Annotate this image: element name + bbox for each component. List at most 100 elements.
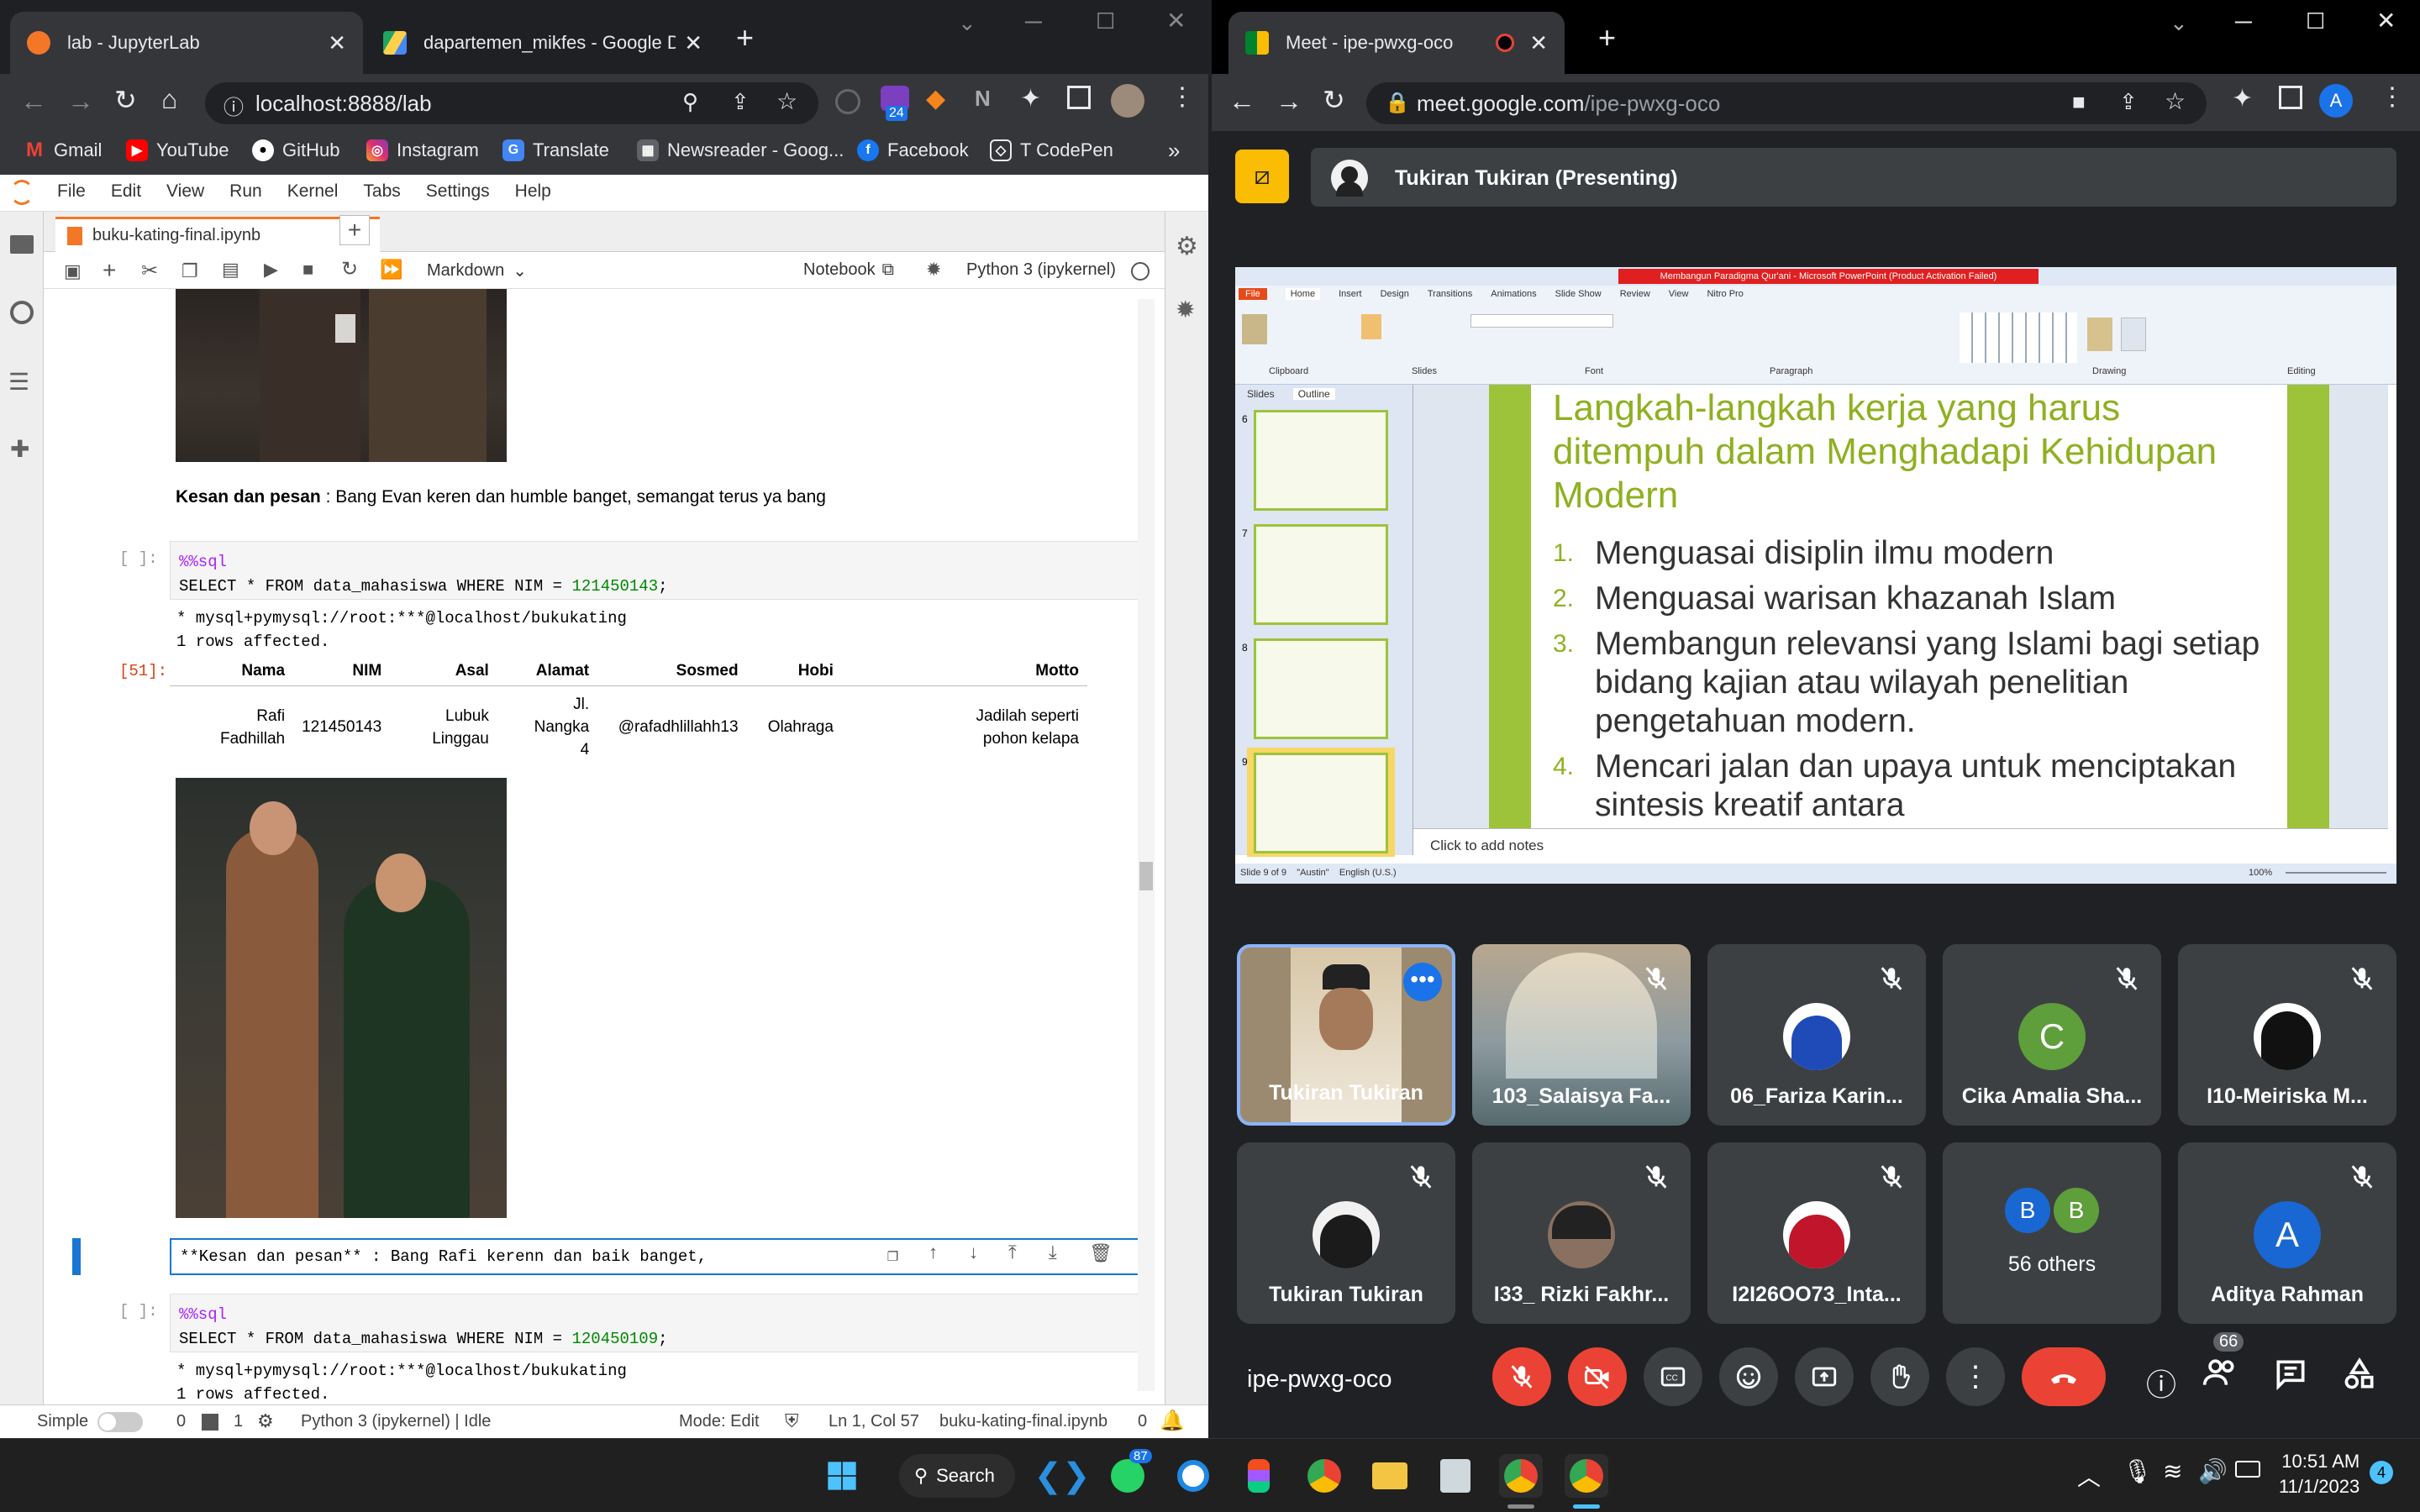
menu-dots-icon[interactable]: ⋮ [1170,82,1195,112]
participant-tile[interactable]: C Cika Amalia Sha... [1943,944,2161,1126]
share-icon[interactable]: ⇪ [2119,89,2138,115]
minimize-icon[interactable]: ─ [1025,8,1042,35]
slide-thumbnail[interactable] [1254,524,1388,625]
tab-meet[interactable]: Meet - ipe-pwxg-oco ✕ [1228,12,1565,74]
code-cell[interactable]: %%sql SELECT * FROM data_mahasiswa WHERE… [170,541,1155,600]
close-tab-icon[interactable]: ✕ [1529,30,1548,56]
camera-toggle-button[interactable] [1568,1347,1627,1406]
tab-search-icon[interactable]: ⌄ [2170,10,2188,36]
slide-thumbnail[interactable] [1254,410,1388,511]
panel-tab-slides[interactable]: Slides [1247,388,1275,400]
participant-tile[interactable]: 06_Fariza Karin... [1707,944,1926,1126]
metamask-icon[interactable]: ◆ [926,84,945,113]
tray-expand-icon[interactable]: ︿ [2077,1459,2101,1493]
mic-toggle-button[interactable] [1492,1347,1551,1406]
extension-puzzle-icon[interactable]: ✚ [10,435,29,463]
ribbon-tab[interactable]: Insert [1339,289,1362,299]
property-inspector-icon[interactable]: ⚙ [1176,232,1198,261]
whatsapp-icon[interactable]: 87 [1106,1449,1152,1498]
share-icon[interactable]: ⇪ [731,89,750,115]
side-panel-icon[interactable] [1067,86,1091,109]
scrollbar[interactable] [1138,299,1155,1391]
new-slide-icon[interactable] [1361,314,1381,339]
meeting-info-icon[interactable]: ⓘ [2146,1361,2176,1404]
shapes-gallery[interactable] [1960,312,2077,363]
bookmark-newsreader[interactable]: ▦ Newsreader - Goog... [637,139,844,161]
notebook-tab[interactable]: buku-kating-final.ipynb [55,217,380,252]
activities-button[interactable] [2341,1356,2378,1397]
move-down-icon[interactable]: ↓ [968,1243,979,1264]
markdown-edit-cell[interactable]: **Kesan dan pesan** : Bang Rafi kerenn d… [170,1238,1155,1275]
font-select[interactable] [1470,314,1613,328]
new-tab-icon[interactable]: + [1598,20,1616,55]
microphone-icon[interactable]: 🎙 [2123,1457,2153,1485]
close-tab-icon[interactable]: ✕ [328,30,346,56]
paste-icon[interactable]: ▤ [222,259,239,281]
notification-badge[interactable]: 4 [2370,1461,2393,1484]
new-launcher-icon[interactable]: + [339,215,370,245]
forward-icon[interactable]: → [67,86,94,117]
minimize-icon[interactable]: ─ [2235,8,2252,35]
simple-mode-toggle[interactable] [97,1412,143,1432]
ribbon-tab[interactable]: Transitions [1428,289,1472,299]
menu-edit[interactable]: Edit [111,181,141,202]
insert-below-icon[interactable]: ⤓ [1049,1243,1057,1264]
ribbon-tab[interactable]: Home [1285,288,1321,300]
notes-pane[interactable]: Click to add notes [1413,828,2388,864]
tab-search-icon[interactable]: ⌄ [958,10,976,36]
address-bar[interactable]: ⓘ localhost:8888/lab ⚲ ⇪ ☆ [205,82,818,124]
close-window-icon[interactable]: ✕ [2376,7,2396,34]
zoom-icon[interactable]: ⚲ [682,89,698,115]
delete-cell-icon[interactable]: 🗑 [1089,1243,1113,1265]
copy-icon[interactable]: ❐ [182,260,198,282]
ribbon-tab[interactable]: File [1239,288,1267,300]
menu-settings[interactable]: Settings [426,181,490,202]
menu-view[interactable]: View [166,181,204,202]
reload-icon[interactable]: ↻ [1323,84,1345,116]
back-icon[interactable]: ← [20,86,47,117]
participant-tile[interactable]: Tukiran Tukiran [1237,1142,1455,1324]
ribbon-tab[interactable]: Review [1620,289,1650,299]
bell-icon[interactable]: 🔔 [1160,1409,1185,1433]
duplicate-cell-icon[interactable]: ❐ [887,1245,898,1267]
bookmark-star-icon[interactable]: ☆ [776,87,797,115]
reactions-button[interactable] [1719,1347,1778,1406]
vscode-icon[interactable]: ❮❯ [1034,1454,1090,1498]
arrange-icon[interactable] [2087,318,2112,351]
extensions-puzzle-icon[interactable]: ✦ [2232,84,2253,113]
profile-avatar[interactable] [1111,84,1144,118]
people-button[interactable] [2202,1354,2244,1396]
ribbon-tab[interactable]: Slide Show [1555,289,1602,299]
bookmarks-more-icon[interactable]: » [1168,138,1180,164]
chat-button[interactable] [2272,1356,2309,1397]
bookmark-github[interactable]: ● GitHub [252,139,339,161]
folder-icon[interactable] [10,235,34,254]
chrome-icon[interactable] [1302,1454,1346,1498]
kernel-name[interactable]: Python 3 (ipykernel) [966,260,1116,280]
panel-tab-outline[interactable]: Outline [1292,388,1335,400]
wifi-icon[interactable]: ≋ [2163,1457,2182,1485]
paste-icon[interactable] [1242,314,1267,344]
tab-jupyterlab[interactable]: lab - JupyterLab ✕ [10,12,363,74]
nitro-icon[interactable]: N [975,86,991,112]
kernel-status[interactable]: Python 3 (ipykernel) | Idle [301,1412,491,1431]
bookmark-youtube[interactable]: ▶ YouTube [126,139,229,161]
run-icon[interactable]: ▶ [264,259,278,281]
participant-tile[interactable]: I33_ Rizki Fakhr... [1472,1142,1691,1324]
code-cell[interactable]: %%sql SELECT * FROM data_mahasiswa WHERE… [170,1294,1155,1352]
insert-cell-icon[interactable]: + [103,257,116,284]
participant-tile[interactable]: A Aditya Rahman [2178,1142,2396,1324]
clock[interactable]: 10:51 AM 11/1/2023 [2279,1449,2360,1499]
ribbon-tab[interactable]: View [1669,289,1689,299]
camera-icon[interactable]: ■ [2072,89,2086,115]
menu-dots-icon[interactable]: ⋮ [2380,82,2405,112]
app-icon[interactable] [1434,1454,1477,1498]
bookmark-instagram[interactable]: ◎ Instagram [366,139,479,161]
maximize-icon[interactable]: ☐ [1096,8,1115,34]
taskbar-search[interactable]: ⚲ Search [899,1454,1015,1498]
save-icon[interactable]: ▣ [64,260,82,282]
leave-call-button[interactable] [2022,1347,2106,1406]
menu-run[interactable]: Run [229,181,262,202]
ribbon-tab[interactable]: Design [1381,289,1409,299]
restart-icon[interactable]: ↻ [341,257,358,281]
